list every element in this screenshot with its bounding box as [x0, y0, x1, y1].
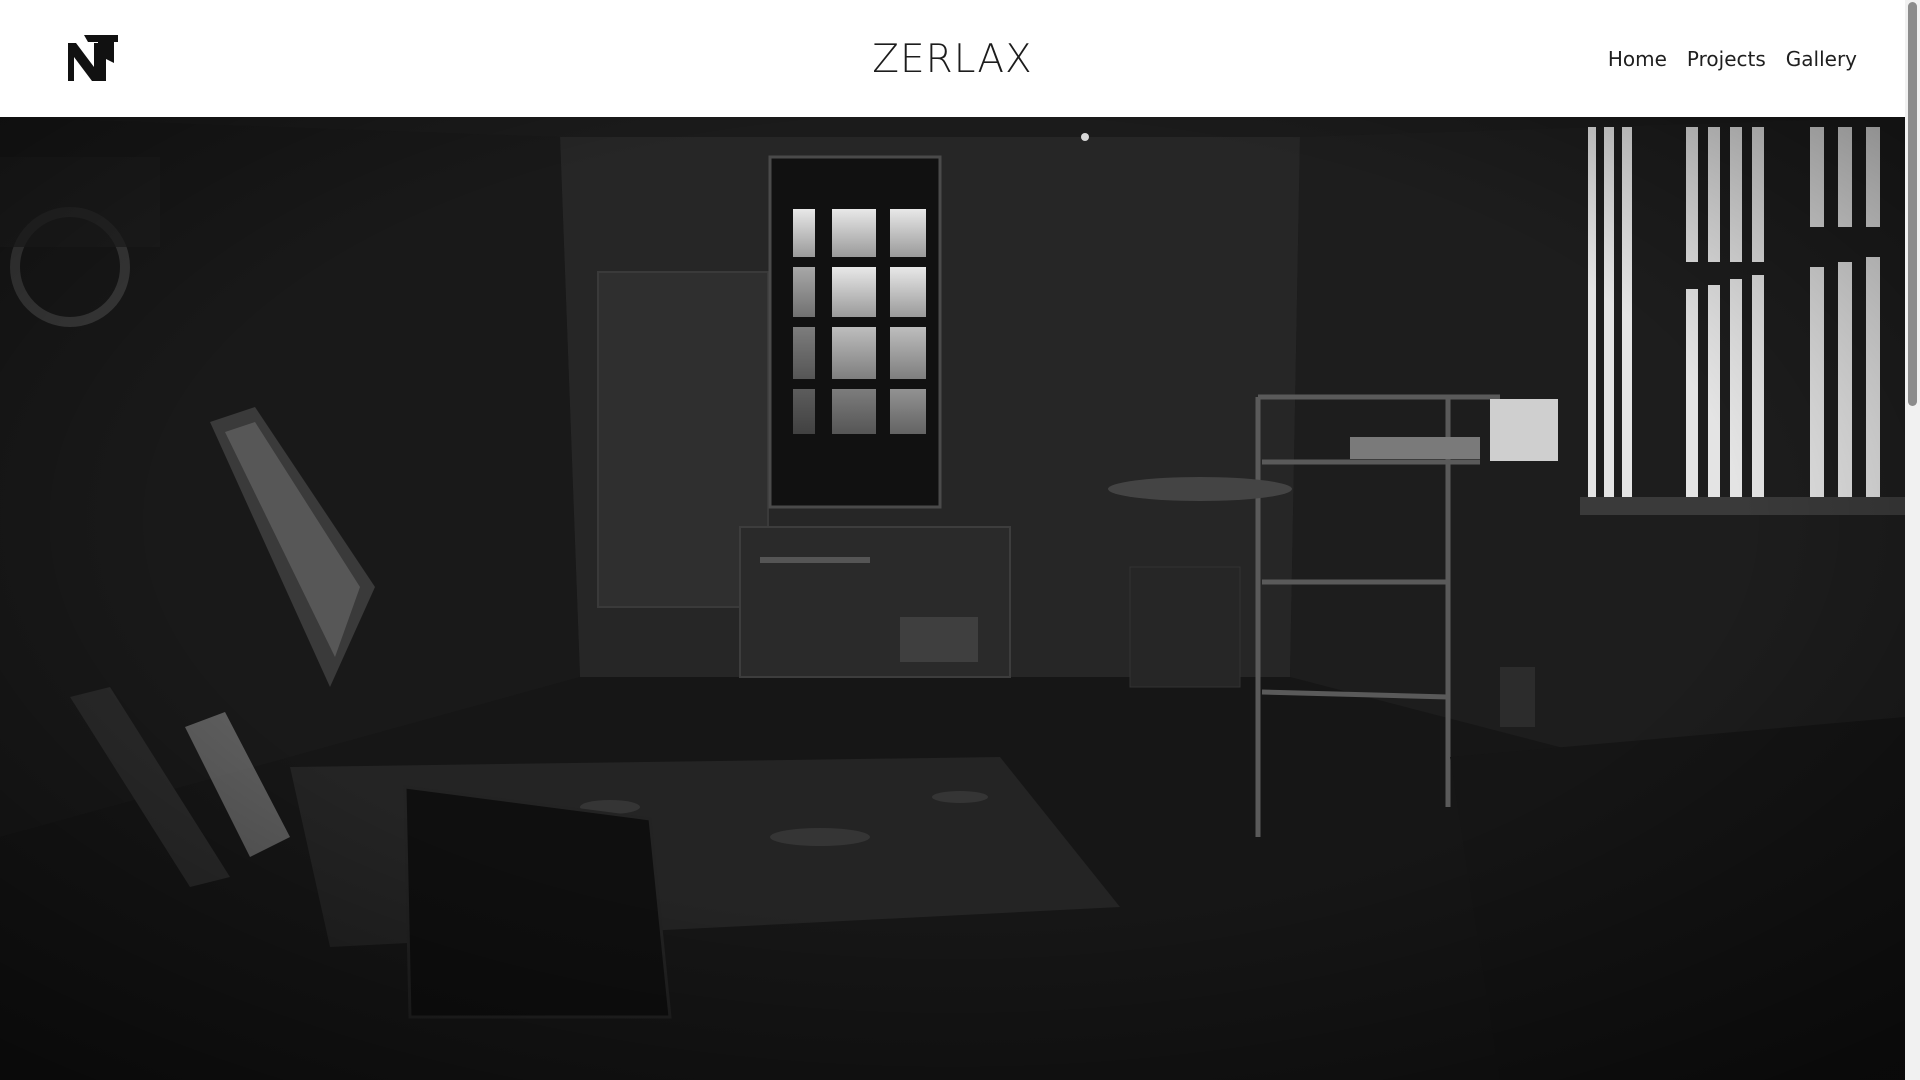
- scrollbar-thumb[interactable]: [1908, 2, 1917, 406]
- main-nav: Home Projects Gallery: [1608, 46, 1857, 72]
- nav-gallery-link[interactable]: Gallery: [1786, 46, 1857, 72]
- nav-projects-link[interactable]: Projects: [1687, 46, 1766, 72]
- page: ZERLAX Home Projects Gallery: [0, 0, 1920, 1080]
- hero-image: [0, 117, 1905, 1080]
- dark-room-illustration: [0, 117, 1905, 1080]
- nav-home-link[interactable]: Home: [1608, 46, 1667, 72]
- site-header: ZERLAX Home Projects Gallery: [0, 0, 1905, 117]
- page-scrollbar[interactable]: [1905, 0, 1920, 1080]
